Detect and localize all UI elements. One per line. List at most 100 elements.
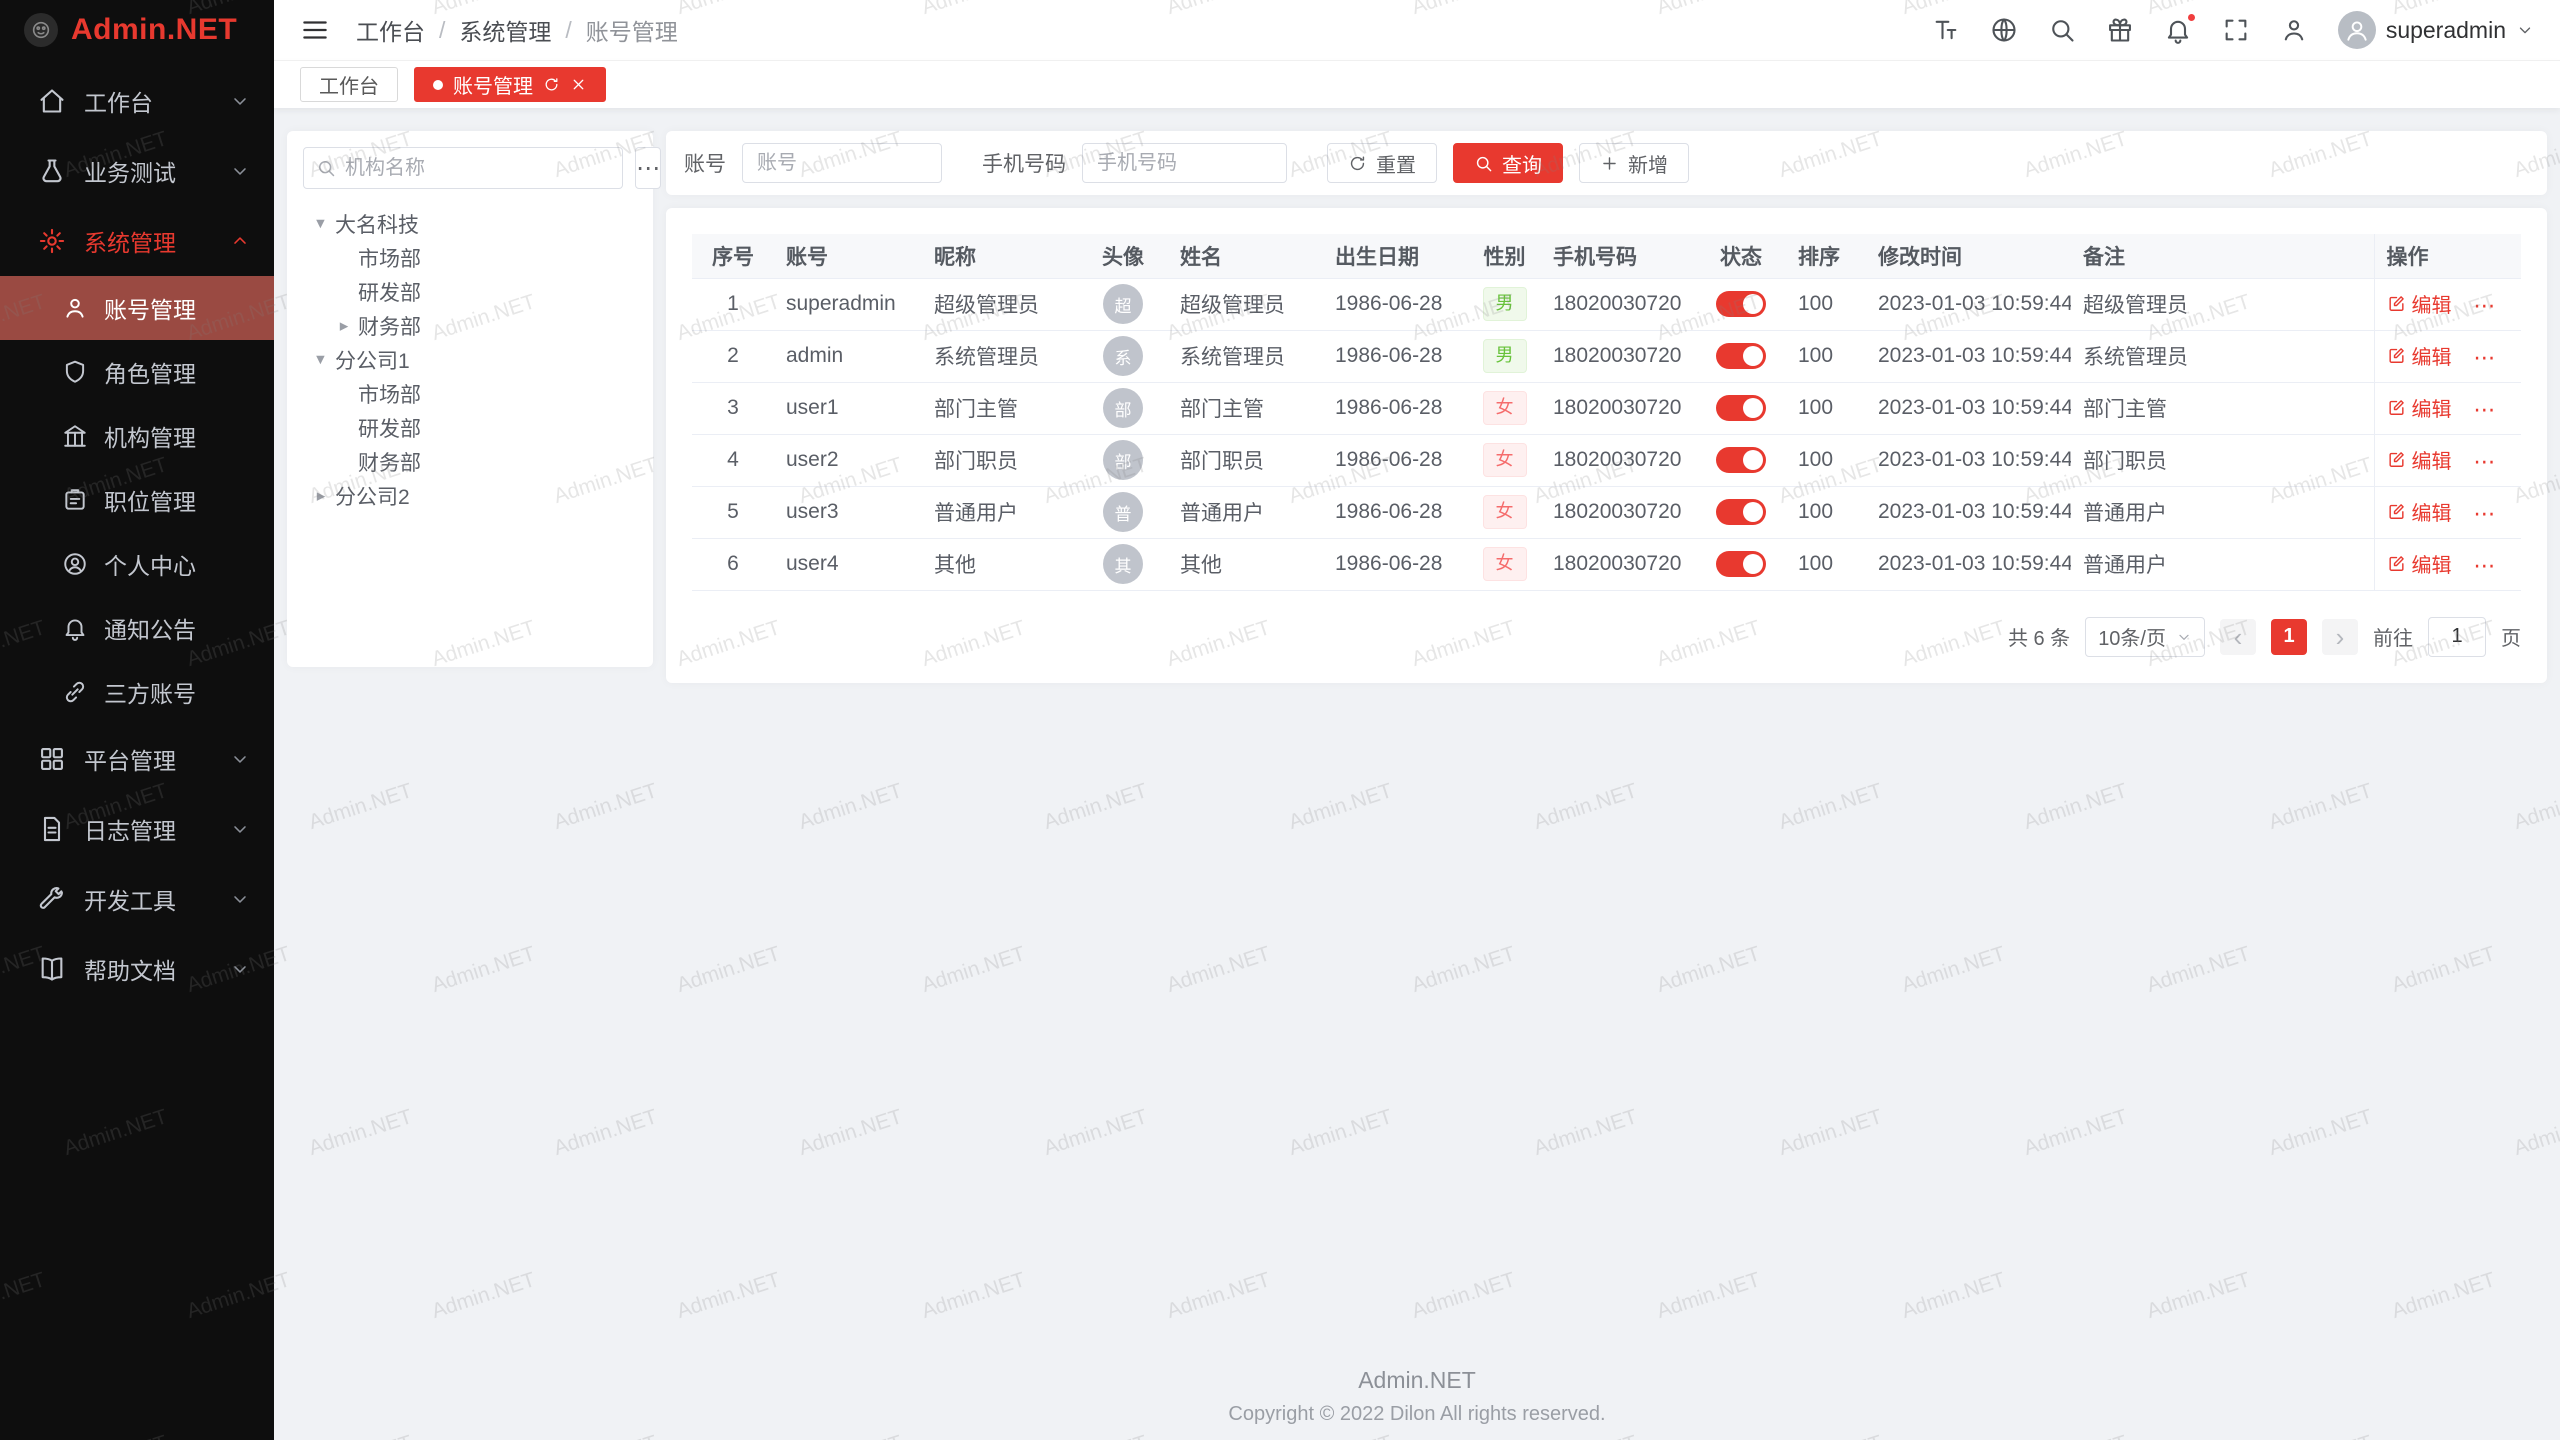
- sidebar-item-label: 工作台: [84, 84, 230, 118]
- reset-button[interactable]: 重置: [1327, 143, 1437, 183]
- more-actions-button[interactable]: ⋯: [2473, 449, 2497, 474]
- cell-order: 100: [1786, 434, 1866, 486]
- phone-input[interactable]: [1082, 143, 1287, 183]
- edit-button[interactable]: 编辑: [2387, 549, 2452, 578]
- add-button[interactable]: 新增: [1579, 143, 1689, 183]
- notification-bell-icon[interactable]: [2164, 16, 2192, 44]
- sidebar-item-label: 账号管理: [104, 291, 274, 325]
- status-toggle[interactable]: [1716, 395, 1766, 421]
- font-size-icon[interactable]: [1932, 16, 1960, 44]
- tree-caret-icon[interactable]: ▸: [311, 210, 331, 238]
- status-toggle[interactable]: [1716, 447, 1766, 473]
- sidebar-item-org-management[interactable]: 机构管理: [0, 404, 274, 468]
- cell-modified-time: 2023-01-03 10:59:44: [1866, 278, 2071, 330]
- sidebar-item-system-management[interactable]: 系统管理: [0, 206, 274, 276]
- more-actions-button[interactable]: ⋯: [2473, 553, 2497, 578]
- tree-node[interactable]: ▸ 分公司1: [303, 343, 637, 377]
- sidebar-item-help-docs[interactable]: 帮助文档: [0, 934, 274, 1004]
- sidebar-item-third-party-account[interactable]: 三方账号: [0, 660, 274, 724]
- more-actions-button[interactable]: ⋯: [2473, 345, 2497, 370]
- status-toggle[interactable]: [1716, 551, 1766, 577]
- refresh-icon[interactable]: [543, 76, 560, 93]
- sidebar-item-notice[interactable]: 通知公告: [0, 596, 274, 660]
- status-toggle[interactable]: [1716, 499, 1766, 525]
- language-globe-icon[interactable]: [1990, 16, 2018, 44]
- tree-node[interactable]: ▸ 大名科技: [303, 207, 637, 241]
- tab-account-management[interactable]: 账号管理: [414, 67, 606, 102]
- sidebar-item-label: 平台管理: [84, 742, 230, 776]
- edit-pencil-icon: [2387, 450, 2406, 469]
- cell-name: 系统管理员: [1168, 330, 1323, 382]
- tree-node[interactable]: ▸ 市场部: [303, 241, 637, 275]
- tab-workbench[interactable]: 工作台: [300, 67, 398, 102]
- goto-page-input[interactable]: [2428, 617, 2486, 657]
- sidebar-item-log-management[interactable]: 日志管理: [0, 794, 274, 864]
- sidebar-item-label: 三方账号: [104, 675, 274, 709]
- sidebar-item-business-test[interactable]: 业务测试: [0, 136, 274, 206]
- fullscreen-icon[interactable]: [2222, 16, 2250, 44]
- sidebar-item-personal-center[interactable]: 个人中心: [0, 532, 274, 596]
- tree-caret-icon[interactable]: ▸: [330, 316, 358, 336]
- status-toggle[interactable]: [1716, 343, 1766, 369]
- edit-button[interactable]: 编辑: [2387, 497, 2452, 526]
- account-input[interactable]: [742, 143, 942, 183]
- more-actions-button[interactable]: ⋯: [2473, 397, 2497, 422]
- page-size-select[interactable]: 10条/页: [2085, 617, 2205, 657]
- sidebar-item-workbench[interactable]: 工作台: [0, 66, 274, 136]
- footer-app-name: Admin.NET: [274, 1367, 2560, 1394]
- sidebar-item-label: 职位管理: [104, 483, 274, 517]
- edit-button[interactable]: 编辑: [2387, 445, 2452, 474]
- cell-nickname: 系统管理员: [922, 330, 1078, 382]
- breadcrumb-separator: /: [565, 17, 571, 44]
- top-header: 工作台 / 系统管理 / 账号管理 superadmin: [274, 0, 2560, 60]
- sidebar-item-account-management[interactable]: 账号管理: [0, 276, 274, 340]
- gender-tag: 女: [1483, 495, 1527, 528]
- tree-node[interactable]: ▸ 市场部: [303, 377, 637, 411]
- toggle-knob: [1743, 346, 1763, 366]
- close-icon[interactable]: [570, 76, 587, 93]
- tree-caret-icon[interactable]: ▸: [311, 346, 331, 374]
- more-actions-button[interactable]: ⋯: [2473, 501, 2497, 526]
- edit-button[interactable]: 编辑: [2387, 341, 2452, 370]
- tree-node[interactable]: ▸ 财务部: [303, 309, 637, 343]
- sidebar-item-position-management[interactable]: 职位管理: [0, 468, 274, 532]
- edit-button[interactable]: 编辑: [2387, 289, 2452, 318]
- app-logo[interactable]: Admin.NET: [0, 0, 274, 60]
- sidebar-item-platform-management[interactable]: 平台管理: [0, 724, 274, 794]
- tree-more-button[interactable]: ⋯: [635, 147, 661, 189]
- status-toggle[interactable]: [1716, 291, 1766, 317]
- toggle-knob: [1743, 502, 1763, 522]
- tree-caret-icon[interactable]: ▸: [307, 486, 335, 506]
- breadcrumb-item[interactable]: 工作台: [356, 13, 425, 47]
- tree-node[interactable]: ▸ 研发部: [303, 411, 637, 445]
- edit-pencil-icon: [2387, 554, 2406, 573]
- breadcrumb-item[interactable]: 系统管理: [459, 13, 551, 47]
- sidebar-item-dev-tools[interactable]: 开发工具: [0, 864, 274, 934]
- search-icon[interactable]: [2048, 16, 2076, 44]
- cell-birthdate: 1986-06-28: [1323, 434, 1468, 486]
- page-number-active[interactable]: 1: [2271, 619, 2307, 655]
- search-button[interactable]: 查询: [1453, 143, 1563, 183]
- column-header: 昵称: [922, 234, 1078, 278]
- tree-node[interactable]: ▸ 研发部: [303, 275, 637, 309]
- prev-page-button[interactable]: ‹: [2220, 619, 2256, 655]
- org-search-input[interactable]: [345, 157, 610, 180]
- org-search-box[interactable]: [303, 147, 623, 189]
- menu-collapse-icon[interactable]: [300, 15, 330, 45]
- cell-modified-time: 2023-01-03 10:59:44: [1866, 538, 2071, 590]
- gender-tag: 男: [1483, 339, 1527, 372]
- avatar: 超: [1103, 284, 1143, 324]
- user-menu[interactable]: superadmin: [2338, 11, 2534, 49]
- wrench-icon: [38, 885, 66, 913]
- tree-node[interactable]: ▸ 财务部: [303, 445, 637, 479]
- sidebar-item-role-management[interactable]: 角色管理: [0, 340, 274, 404]
- chevron-down-icon: [2516, 21, 2534, 39]
- more-actions-button[interactable]: ⋯: [2473, 293, 2497, 318]
- profile-icon[interactable]: [2280, 16, 2308, 44]
- refresh-icon: [1348, 154, 1367, 173]
- gift-icon[interactable]: [2106, 16, 2134, 44]
- table-row: 4 user2 部门职员 部 部门职员 1986-06-28 女 1802003…: [692, 434, 2521, 486]
- next-page-button[interactable]: ›: [2322, 619, 2358, 655]
- tree-node[interactable]: ▸ 分公司2: [303, 479, 637, 513]
- edit-button[interactable]: 编辑: [2387, 393, 2452, 422]
